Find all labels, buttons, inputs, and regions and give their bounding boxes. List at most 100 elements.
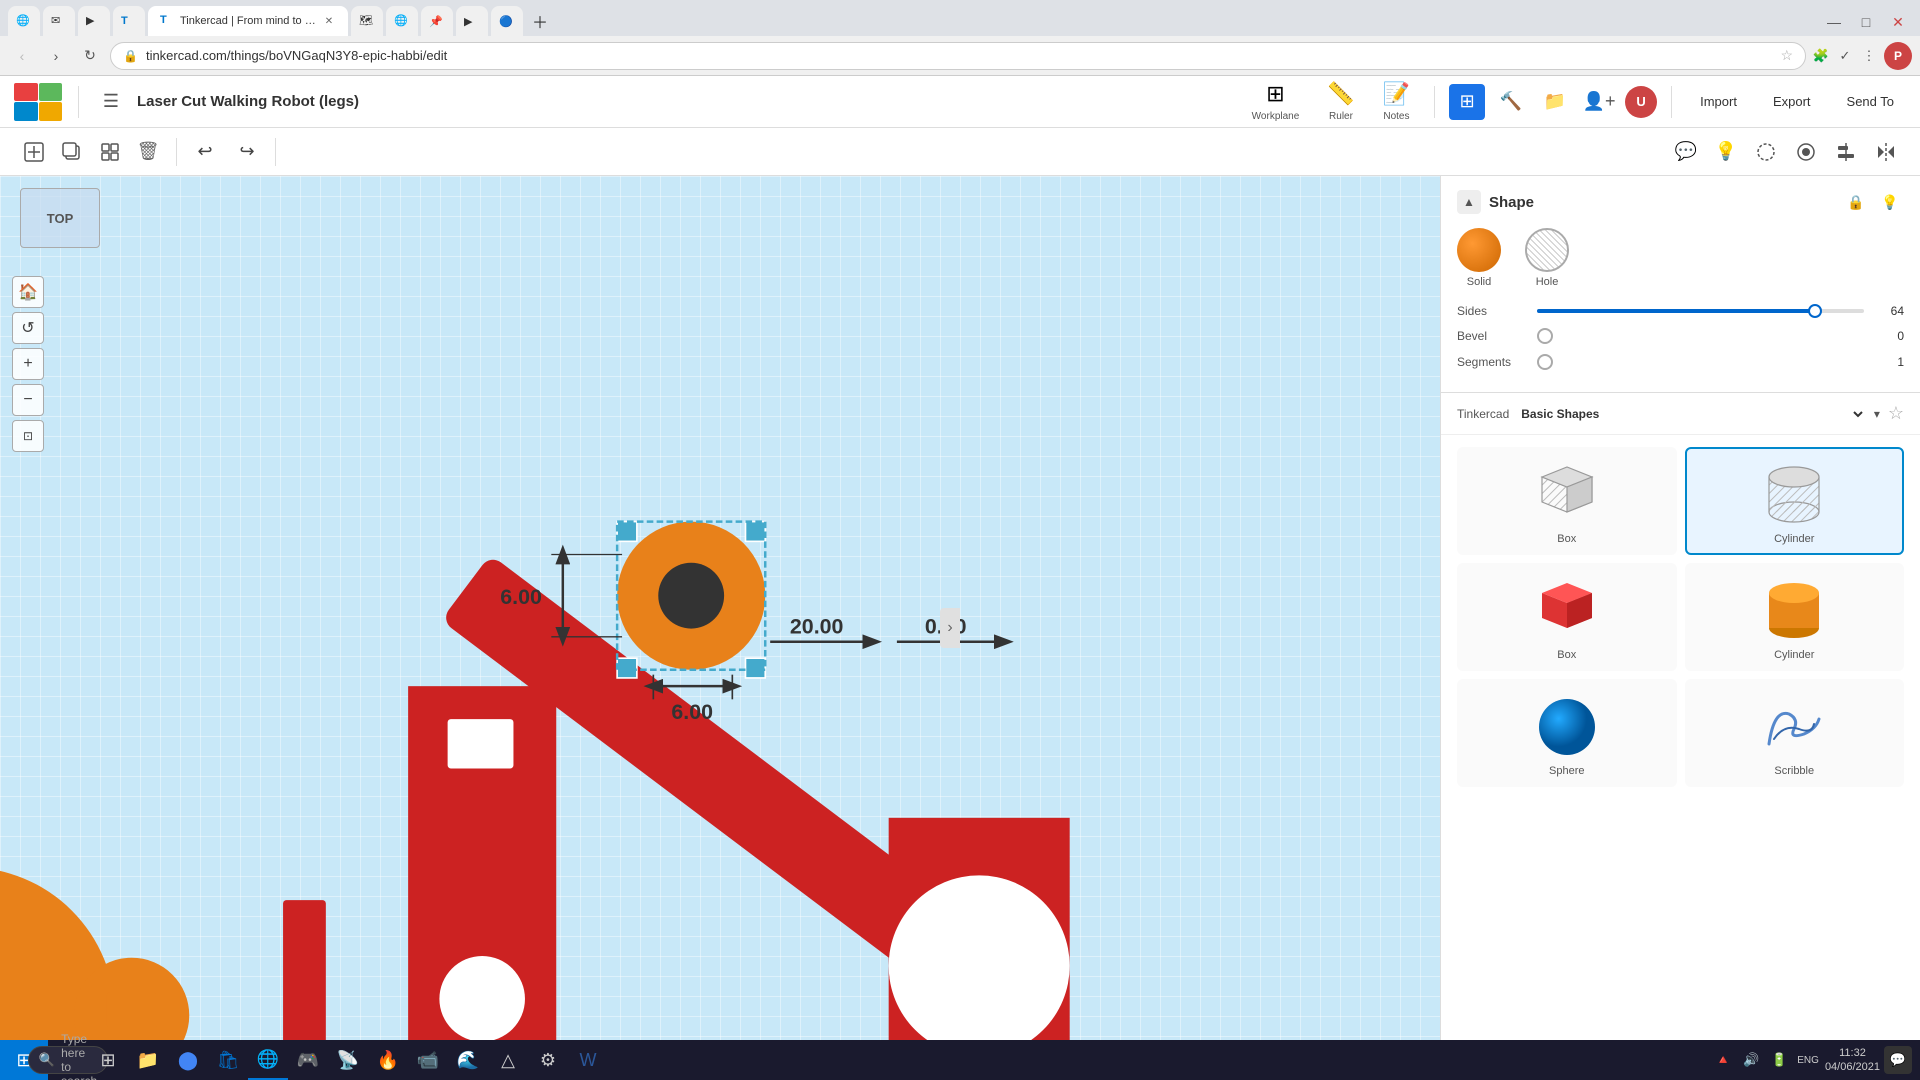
undo-btn[interactable]: ↩ [187, 134, 223, 170]
tinkercad-logo [12, 82, 64, 122]
settings-icon[interactable]: ⋮ [1860, 47, 1878, 65]
rotate-view-btn[interactable]: ↺ [12, 312, 44, 344]
grid-view-btn[interactable]: ⊞ [1449, 84, 1485, 120]
canvas-controls: 🏠 ↺ + − ⊡ [12, 256, 44, 452]
lock-shape-btn[interactable]: 🔒 [1842, 188, 1870, 216]
word-btn[interactable]: W [568, 1040, 608, 1080]
browser-tab-5[interactable]: 🗺 [351, 6, 383, 36]
notes-label: Notes [1383, 111, 1409, 122]
browser-tab-1[interactable]: 🌐 [8, 6, 40, 36]
browser-tab-2[interactable]: ✉ [43, 6, 75, 36]
browser-taskbar-btn[interactable]: 🌐 [248, 1040, 288, 1080]
shape-item-box-grey[interactable]: Box [1457, 447, 1677, 555]
menu-icon-btn[interactable]: ☰ [93, 84, 129, 120]
shape-solid-btn[interactable] [1788, 134, 1824, 170]
shape-panel-collapse-btn[interactable]: ▲ [1457, 190, 1481, 214]
app10-btn[interactable]: △ [488, 1040, 528, 1080]
task-view-btn[interactable]: ⊞ [88, 1040, 128, 1080]
notification-btn[interactable]: 💬 [1884, 1046, 1912, 1074]
notes-btn[interactable]: 📝 Notes [1373, 77, 1420, 126]
taskbar-right: 🔺 🔊 🔋 ENG 11:32 04/06/2021 💬 [1703, 1046, 1920, 1075]
taskbar-clock[interactable]: 11:32 04/06/2021 [1825, 1046, 1880, 1075]
steam-btn[interactable]: 🎮 [288, 1040, 328, 1080]
app7-btn[interactable]: 📡 [328, 1040, 368, 1080]
browser-tab-8[interactable]: ▶ [456, 6, 488, 36]
minimize-btn[interactable]: — [1820, 8, 1848, 36]
light-btn[interactable]: 💡 [1708, 134, 1744, 170]
panel-collapse-btn[interactable]: › [940, 608, 960, 648]
taskbar-search-btn[interactable]: 🔍 Type here to search [48, 1040, 88, 1080]
ruler-btn[interactable]: 📏 Ruler [1317, 77, 1364, 126]
duplicate-btn[interactable] [54, 134, 90, 170]
address-bar[interactable]: 🔒 tinkercad.com/things/boVNGaqN3Y8-epic-… [110, 42, 1806, 70]
mirror-btn[interactable] [1868, 134, 1904, 170]
hole-option[interactable]: Hole [1525, 228, 1569, 288]
canvas-area[interactable]: TOP 95.90 [0, 176, 1440, 1080]
browser-tab-new[interactable]: ＋ [526, 6, 554, 36]
browser-tab-4[interactable]: T [113, 6, 145, 36]
group-btn[interactable] [92, 134, 128, 170]
network-icon[interactable]: 🔺 [1711, 1048, 1735, 1072]
redo-btn[interactable]: ↪ [229, 134, 265, 170]
extensions-icon[interactable]: 🧩 [1812, 47, 1830, 65]
segments-value: 1 [1872, 355, 1904, 369]
tab-close-btn[interactable]: ✕ [322, 14, 336, 28]
workplane-btn[interactable]: ⊞ Workplane [1242, 77, 1310, 126]
browser-tab-3[interactable]: ▶ [78, 6, 110, 36]
forward-btn[interactable]: › [42, 42, 70, 70]
sound-icon[interactable]: 🔊 [1739, 1048, 1763, 1072]
folder-btn[interactable]: 📁 [1537, 84, 1573, 120]
comment-btn[interactable]: 💬 [1668, 134, 1704, 170]
chrome-btn[interactable]: ⬤ [168, 1040, 208, 1080]
export-btn[interactable]: Export [1759, 86, 1825, 118]
browser-tab-9[interactable]: 🔵 [491, 6, 523, 36]
shape-item-cylinder-orange[interactable]: Cylinder [1685, 563, 1905, 671]
back-btn[interactable]: ‹ [8, 42, 36, 70]
lightbulb-shape-btn[interactable]: 💡 [1876, 188, 1904, 216]
solid-option[interactable]: Solid [1457, 228, 1501, 288]
right-toolbar: 💬 💡 [1668, 134, 1904, 170]
zoom-in-btn[interactable]: + [12, 348, 44, 380]
edge-btn[interactable]: 🌊 [448, 1040, 488, 1080]
clock-date: 04/06/2021 [1825, 1061, 1880, 1073]
sides-thumb[interactable] [1808, 304, 1822, 318]
sides-slider[interactable] [1537, 309, 1864, 313]
bevel-toggle[interactable] [1537, 328, 1553, 344]
profile-sync-icon[interactable]: ✓ [1836, 47, 1854, 65]
box-red-preview [1527, 573, 1607, 643]
shape-item-cylinder-grey[interactable]: Cylinder [1685, 447, 1905, 555]
file-explorer-btn[interactable]: 📁 [128, 1040, 168, 1080]
reload-btn[interactable]: ↻ [76, 42, 104, 70]
browser-tab-7[interactable]: 📌 [421, 6, 453, 36]
shape-item-sphere[interactable]: Sphere [1457, 679, 1677, 787]
browser-tab-6[interactable]: 🌐 [386, 6, 418, 36]
hammer-btn[interactable]: 🔨 [1493, 84, 1529, 120]
delete-btn[interactable]: 🗑 [130, 134, 166, 170]
shapes-library-select[interactable]: Basic Shapes [1517, 406, 1866, 422]
zoom-btn[interactable]: 📹 [408, 1040, 448, 1080]
store-btn[interactable]: 🛍 [208, 1040, 248, 1080]
shape-item-box-red[interactable]: Box [1457, 563, 1677, 671]
home-view-btn[interactable]: 🏠 [12, 276, 44, 308]
send-to-btn[interactable]: Send To [1833, 86, 1908, 118]
align-btn[interactable] [1828, 134, 1864, 170]
library-expand-btn[interactable]: ▾ [1874, 407, 1880, 421]
fit-view-btn[interactable]: ⊡ [12, 420, 44, 452]
user-avatar[interactable]: U [1625, 86, 1657, 118]
segments-toggle[interactable] [1537, 354, 1553, 370]
close-btn[interactable]: ✕ [1884, 8, 1912, 36]
maximize-btn[interactable]: □ [1852, 8, 1880, 36]
shape-outline-btn[interactable] [1748, 134, 1784, 170]
import-btn[interactable]: Import [1686, 86, 1751, 118]
zoom-out-btn[interactable]: − [12, 384, 44, 416]
app11-btn[interactable]: ⚙ [528, 1040, 568, 1080]
app8-btn[interactable]: 🔥 [368, 1040, 408, 1080]
battery-icon[interactable]: 🔋 [1767, 1048, 1791, 1072]
shape-item-scribble[interactable]: Scribble [1685, 679, 1905, 787]
browser-tab-tinkercad[interactable]: T Tinkercad | From mind to de… ✕ [148, 6, 348, 36]
profile-avatar[interactable]: P [1884, 42, 1912, 70]
new-shape-btn[interactable] [16, 134, 52, 170]
user-add-btn[interactable]: 👤+ [1581, 84, 1617, 120]
library-star-btn[interactable]: ☆ [1888, 403, 1904, 424]
view-cube[interactable]: TOP [20, 188, 100, 248]
